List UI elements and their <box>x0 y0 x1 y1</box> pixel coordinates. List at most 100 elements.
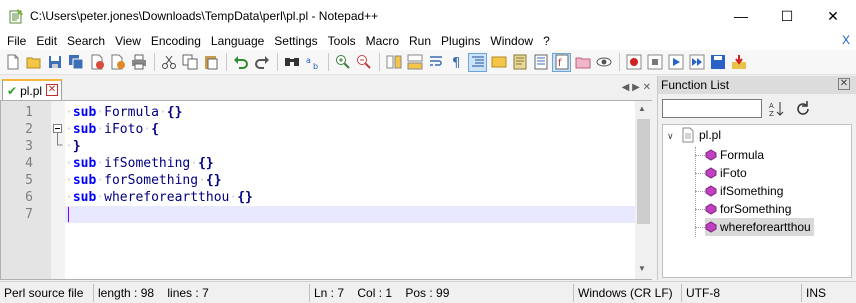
function-item[interactable]: Formula <box>705 146 764 164</box>
menu-encoding[interactable]: Encoding <box>146 34 206 48</box>
copy-icon[interactable] <box>180 53 199 72</box>
function-item[interactable]: ifSomething <box>705 182 783 200</box>
menu-search[interactable]: Search <box>62 34 110 48</box>
launch-icon[interactable] <box>729 53 748 72</box>
function-item[interactable]: iFoto <box>705 164 747 182</box>
menu-macro[interactable]: Macro <box>361 34 404 48</box>
function-list-icon[interactable] <box>531 53 550 72</box>
file-icon <box>682 127 694 143</box>
status-length: length : 98 lines : 7 <box>94 283 310 302</box>
code-line: ·sub·forSomething·{} <box>65 173 222 188</box>
function-tree[interactable]: ∨ pl.pl Formula iFoto ifSomething forSom… <box>662 124 852 278</box>
scroll-up-icon[interactable]: ▲ <box>638 104 646 113</box>
folder-workspace-icon[interactable] <box>573 53 592 72</box>
tree-root[interactable]: pl.pl <box>681 126 721 144</box>
sync-vertical-icon[interactable] <box>384 53 403 72</box>
menu-window[interactable]: Window <box>485 34 538 48</box>
sort-icon[interactable]: AZ <box>768 100 786 118</box>
open-file-icon[interactable] <box>24 53 43 72</box>
code-line: ·sub·whereforeartthou·{} <box>65 190 253 205</box>
sync-horizontal-icon[interactable] <box>405 53 424 72</box>
save-all-icon[interactable] <box>66 53 85 72</box>
user-language-icon[interactable] <box>489 53 508 72</box>
scrollbar-thumb[interactable] <box>637 119 650 224</box>
function-list-close-icon[interactable]: ✕ <box>838 78 850 90</box>
function-search-input[interactable] <box>662 99 762 118</box>
editor[interactable]: 1 2 3 4 5 6 7 ·sub·Formula·{} ·sub·iFoto… <box>0 100 652 280</box>
menu-edit[interactable]: Edit <box>31 34 62 48</box>
menu-tools[interactable]: Tools <box>323 34 361 48</box>
close-document-button[interactable]: X <box>842 33 850 47</box>
tree-guide-line <box>695 147 696 237</box>
indent-guide-icon[interactable] <box>468 52 487 72</box>
redo-icon[interactable] <box>252 53 271 72</box>
function-item-selected[interactable]: whereforeartthou <box>705 218 814 236</box>
tab-close-icon[interactable]: ✕ <box>46 84 58 96</box>
reload-icon[interactable] <box>794 100 812 118</box>
line-number: 3 <box>25 139 33 154</box>
save-macro-icon[interactable] <box>708 53 727 72</box>
code-line: ·sub·Formula·{} <box>65 105 183 120</box>
word-wrap-icon[interactable] <box>426 53 445 72</box>
zoom-in-icon[interactable] <box>333 53 352 72</box>
tree-guide-line <box>695 227 705 228</box>
new-file-icon[interactable] <box>3 53 22 72</box>
find-icon[interactable] <box>282 53 301 72</box>
function-item[interactable]: forSomething <box>705 200 791 218</box>
record-macro-icon[interactable] <box>624 53 643 72</box>
play-multiple-icon[interactable] <box>687 53 706 72</box>
paste-icon[interactable] <box>201 53 220 72</box>
function-list-header: Function List <box>658 76 856 94</box>
tree-guide-line <box>695 191 705 192</box>
menu-run[interactable]: Run <box>404 34 436 48</box>
fold-margin[interactable] <box>51 101 65 279</box>
menu-file[interactable]: File <box>2 34 31 48</box>
toolbar-separator <box>619 53 620 71</box>
print-icon[interactable] <box>129 53 148 72</box>
vertical-scrollbar[interactable]: ▲ ▼ <box>635 101 652 279</box>
close-window-button[interactable]: ✕ <box>810 0 856 32</box>
play-macro-icon[interactable] <box>666 53 685 72</box>
status-eol: Windows (CR LF) <box>574 283 682 302</box>
monitoring-icon[interactable] <box>594 53 613 72</box>
code-line: ·} <box>65 139 81 154</box>
function-label: ifSomething <box>720 184 784 198</box>
chevron-down-icon[interactable]: ∨ <box>667 131 674 142</box>
menu-help[interactable]: ? <box>538 34 555 48</box>
close-all-icon[interactable] <box>108 53 127 72</box>
function-list-panel-icon[interactable]: f <box>552 52 571 72</box>
tab-pl-pl[interactable]: ✔ pl.pl ✕ <box>2 79 62 100</box>
function-icon <box>705 167 717 179</box>
tab-scroll-arrows[interactable]: ◀ ▶ ✕ <box>622 82 651 93</box>
toolbar-separator <box>379 53 380 71</box>
doc-map-icon[interactable] <box>510 53 529 72</box>
undo-icon[interactable] <box>231 53 250 72</box>
toolbar: ab ¶ f <box>0 50 856 75</box>
fold-toggle-icon[interactable] <box>51 121 65 181</box>
scroll-down-icon[interactable]: ▼ <box>638 264 646 273</box>
svg-text:A: A <box>769 102 774 110</box>
menu-plugins[interactable]: Plugins <box>436 34 485 48</box>
menu-view[interactable]: View <box>110 34 146 48</box>
function-icon <box>705 221 717 233</box>
function-label: iFoto <box>720 166 747 180</box>
svg-text:b: b <box>313 62 318 70</box>
save-icon[interactable] <box>45 53 64 72</box>
zoom-out-icon[interactable] <box>354 53 373 72</box>
menu-settings[interactable]: Settings <box>269 34 322 48</box>
status-bar: Perl source file length : 98 lines : 7 L… <box>0 281 856 303</box>
stop-macro-icon[interactable] <box>645 53 664 72</box>
status-file-type: Perl source file <box>0 283 94 302</box>
maximize-button[interactable]: ☐ <box>764 0 810 32</box>
line-number-gutter: 1 2 3 4 5 6 7 <box>1 101 51 279</box>
cut-icon[interactable] <box>159 53 178 72</box>
close-icon[interactable] <box>87 53 106 72</box>
show-all-chars-icon[interactable]: ¶ <box>447 53 466 72</box>
code-area[interactable]: ·sub·Formula·{} ·sub·iFoto·{ ·} ·sub·ifS… <box>65 101 635 279</box>
replace-icon[interactable]: ab <box>303 53 322 72</box>
function-icon <box>705 149 717 161</box>
minimize-button[interactable]: — <box>718 0 764 32</box>
menu-language[interactable]: Language <box>206 34 269 48</box>
tree-guide-line <box>695 209 705 210</box>
title-bar: C:\Users\peter.jones\Downloads\TempData\… <box>0 0 856 32</box>
